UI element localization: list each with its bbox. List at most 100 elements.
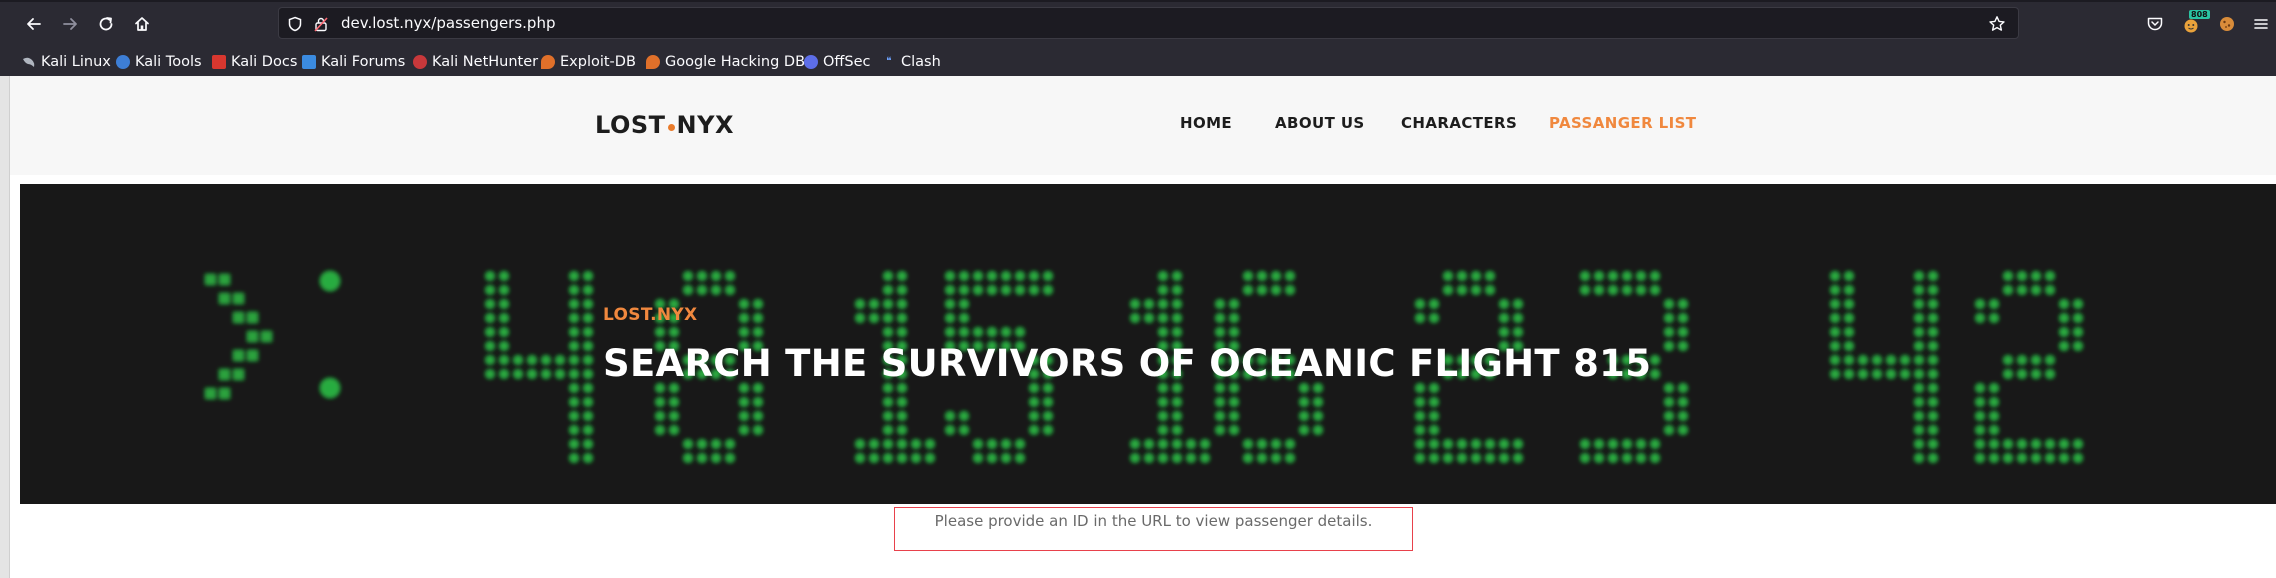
nav-about-us[interactable]: ABOUT US (1275, 114, 1365, 132)
led-dot (1608, 271, 1618, 281)
led-dot (897, 327, 907, 337)
led-dot (1285, 285, 1295, 295)
led-dot (1443, 271, 1453, 281)
led-dot (1429, 439, 1439, 449)
led-dot (1429, 299, 1439, 309)
led-dot (897, 425, 907, 435)
led-dot (1914, 271, 1924, 281)
nav-home[interactable]: HOME (1180, 114, 1232, 132)
led-dot (1830, 327, 1840, 337)
reload-button[interactable] (92, 10, 120, 38)
led-dot (1989, 425, 1999, 435)
nav-characters[interactable]: CHARACTERS (1401, 114, 1517, 132)
url-bar[interactable]: dev.lost.nyx/passengers.php (278, 7, 2019, 39)
extension-button[interactable]: 808 (2179, 10, 2210, 36)
led-dot (1886, 355, 1896, 365)
bookmark-kali-nethunter[interactable]: Kali NetHunter (413, 52, 538, 72)
led-dot (753, 397, 763, 407)
led-dot (485, 355, 495, 365)
bookmark-kali-linux[interactable]: Kali Linux (22, 52, 111, 72)
led-dot (1975, 425, 1985, 435)
led-dot (1678, 397, 1688, 407)
led-dot (925, 453, 935, 463)
led-dot (1678, 411, 1688, 421)
led-dot (583, 271, 593, 281)
bookmark-offsec[interactable]: OffSec (804, 52, 871, 72)
bookmark-star-icon[interactable] (1988, 15, 2006, 37)
bookmark-kali-tools[interactable]: Kali Tools (116, 52, 202, 72)
led-dot (2003, 271, 2013, 281)
back-button[interactable] (20, 10, 48, 38)
led-dot (1914, 355, 1924, 365)
forward-button[interactable] (56, 10, 84, 38)
led-dot (2059, 327, 2069, 337)
kali-tools-icon (116, 55, 130, 69)
led-dot (1989, 397, 1999, 407)
led-dot (485, 313, 495, 323)
bookmark-label: OffSec (823, 54, 871, 70)
led-dot (1257, 439, 1267, 449)
led-dot (1914, 285, 1924, 295)
site-logo[interactable]: LOST NYX (595, 111, 734, 139)
led-dot (1015, 453, 1025, 463)
bookmark-kali-forums[interactable]: Kali Forums (302, 52, 405, 72)
led-dot (1513, 313, 1523, 323)
exploit-db-icon (541, 55, 555, 69)
led-dot (753, 299, 763, 309)
pocket-button[interactable] (2143, 12, 2167, 36)
led-dot (1172, 299, 1182, 309)
nav-passanger-list[interactable]: PASSANGER LIST (1549, 114, 1696, 132)
led-dot (1186, 439, 1196, 449)
logo-text-nyx: NYX (676, 111, 734, 139)
led-dot (2073, 299, 2083, 309)
led-dot (1172, 425, 1182, 435)
led-dot (2031, 271, 2041, 281)
url-text[interactable]: dev.lost.nyx/passengers.php (341, 14, 555, 32)
led-dot (1975, 299, 1985, 309)
led-prompt-block (219, 293, 230, 304)
led-dot (1664, 327, 1674, 337)
led-dot (1172, 397, 1182, 407)
led-dot (1215, 327, 1225, 337)
led-dot (1650, 369, 1660, 379)
led-dot (855, 299, 865, 309)
led-dot (2045, 369, 2055, 379)
led-dot (1914, 439, 1924, 449)
led-dot (883, 425, 893, 435)
led-prompt-block (219, 274, 230, 285)
led-dot (1229, 397, 1239, 407)
bookmark-clash[interactable]: ❝ Clash (882, 52, 941, 72)
menu-button[interactable] (2249, 12, 2273, 36)
browser-toolbar: dev.lost.nyx/passengers.php 808 (0, 0, 2276, 48)
led-dot (1229, 313, 1239, 323)
led-dot (2059, 299, 2069, 309)
insecure-lock-icon[interactable] (313, 16, 329, 32)
led-dot (2017, 271, 2027, 281)
led-dot (1858, 369, 1868, 379)
led-dot (669, 397, 679, 407)
bookmark-kali-docs[interactable]: Kali Docs (212, 52, 297, 72)
led-dot (1001, 285, 1011, 295)
led-dot (1830, 271, 1840, 281)
led-dot (499, 313, 509, 323)
led-dot (541, 369, 551, 379)
led-dot (1989, 411, 1999, 421)
bookmark-exploit-db[interactable]: Exploit-DB (541, 52, 636, 72)
bookmark-google-hacking-db[interactable]: Google Hacking DB (646, 52, 805, 72)
led-dot (485, 327, 495, 337)
cookie-extension-button[interactable] (2215, 12, 2239, 36)
led-dot (1830, 369, 1840, 379)
led-dot (2003, 285, 2013, 295)
led-dot (973, 271, 983, 281)
led-dot (1636, 285, 1646, 295)
led-dot (1158, 397, 1168, 407)
led-dot (583, 327, 593, 337)
home-button[interactable] (128, 10, 156, 38)
led-dot (1830, 299, 1840, 309)
tracking-shield-icon[interactable] (287, 16, 303, 32)
led-dot (1872, 355, 1882, 365)
bookmark-label: Exploit-DB (560, 54, 636, 70)
led-dot (499, 271, 509, 281)
led-dot (1130, 453, 1140, 463)
led-dot (1914, 383, 1924, 393)
